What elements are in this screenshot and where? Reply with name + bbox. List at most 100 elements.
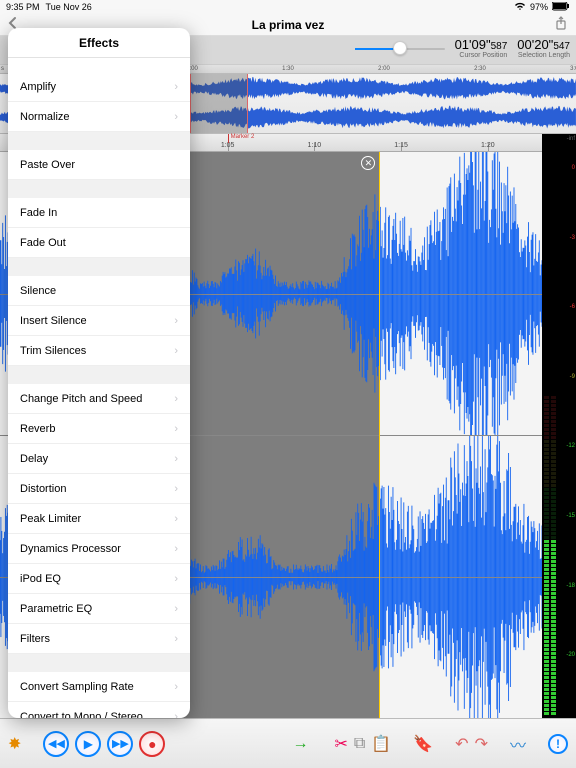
effect-row-label: iPod EQ xyxy=(20,573,61,585)
battery-icon xyxy=(552,2,570,13)
effect-row-label: Convert Sampling Rate xyxy=(20,681,134,693)
effect-row-label: Filters xyxy=(20,633,50,645)
share-button[interactable] xyxy=(554,16,570,32)
level-meters: -inf0-3-6-9-12-15-18-20 xyxy=(542,134,576,718)
redo-button[interactable]: ↷ xyxy=(475,734,488,754)
overview-tick: 3:00 xyxy=(570,66,576,72)
chevron-right-icon: › xyxy=(174,483,178,495)
status-bar: 9:35 PM Tue Nov 26 97% xyxy=(0,0,576,14)
effects-popover: Effects Amplify› Normalize › Paste Over Fade… xyxy=(8,28,190,718)
rewind-button[interactable]: ◀◀ xyxy=(43,731,69,757)
status-date: Tue Nov 26 xyxy=(46,2,92,12)
info-button[interactable]: ! xyxy=(548,734,568,754)
effect-row-label: Fade Out xyxy=(20,237,66,249)
chevron-right-icon: › xyxy=(174,453,178,465)
effect-row-convert-to-mono-stereo[interactable]: Convert to Mono / Stereo › xyxy=(8,702,190,718)
meter-scale-label: -6 xyxy=(570,304,575,310)
effect-row-label: Delay xyxy=(20,453,48,465)
effect-row-amplify[interactable]: Amplify› xyxy=(8,72,190,102)
effect-row-delay[interactable]: Delay › xyxy=(8,444,190,474)
effect-row-label: Trim Silences xyxy=(20,345,86,357)
effects-list[interactable]: Amplify› Normalize › Paste Over Fade In Fade … xyxy=(8,58,190,718)
record-button[interactable]: ● xyxy=(139,731,165,757)
chevron-right-icon: › xyxy=(174,81,178,93)
chevron-right-icon: › xyxy=(174,711,178,719)
cut-button[interactable]: ✂ xyxy=(334,734,347,754)
brush-button[interactable]: 〰 xyxy=(510,732,526,756)
playhead-cursor[interactable] xyxy=(379,152,380,718)
effect-row-label: Dynamics Processor xyxy=(20,543,121,555)
ruler-tick-label: 1:15 xyxy=(394,142,408,149)
chevron-right-icon: › xyxy=(174,345,178,357)
effect-row-distortion[interactable]: Distortion › xyxy=(8,474,190,504)
meter-scale-label: -12 xyxy=(566,443,575,449)
ruler-tick-label: 1:20 xyxy=(481,142,495,149)
forward-button[interactable]: ▶▶ xyxy=(107,731,133,757)
effect-row-reverb[interactable]: Reverb› xyxy=(8,414,190,444)
chevron-right-icon: › xyxy=(174,513,178,525)
chevron-right-icon: › xyxy=(174,603,178,615)
effect-row-label: Insert Silence xyxy=(20,315,87,327)
effect-row-filters[interactable]: Filters › xyxy=(8,624,190,654)
effect-row-label: Parametric EQ xyxy=(20,603,92,615)
meter-scale-label: -18 xyxy=(566,583,575,589)
header-controls: 01'09"587 Cursor Position 00'20"547 Sele… xyxy=(355,38,570,59)
overview-tick: 1:30 xyxy=(282,66,294,72)
meter-scale-label: -9 xyxy=(570,374,575,380)
zoom-slider[interactable] xyxy=(355,46,445,52)
chevron-right-icon: › xyxy=(174,573,178,585)
effect-row-label: Change Pitch and Speed xyxy=(20,393,142,405)
chevron-right-icon: › xyxy=(174,393,178,405)
effect-row-label: Distortion xyxy=(20,483,66,495)
bottom-toolbar: ✸ ◀◀ ▶ ▶▶ ● → ✂ ⧉ 📋 🔖 ↶ ↷ 〰 ! xyxy=(0,718,576,768)
ruler-tick-label: 1:10 xyxy=(308,142,322,149)
play-button[interactable]: ▶ xyxy=(75,731,101,757)
meter-scale-label: 0 xyxy=(572,165,575,171)
effect-row-convert-sampling-rate[interactable]: Convert Sampling Rate › xyxy=(8,672,190,702)
export-button[interactable]: → xyxy=(292,735,308,753)
effect-row-label: Silence xyxy=(20,285,56,297)
effect-row-trim-silences[interactable]: Trim Silences › xyxy=(8,336,190,366)
undo-button[interactable]: ↶ xyxy=(455,734,468,754)
chevron-right-icon: › xyxy=(174,633,178,645)
effect-row-label: Peak Limiter xyxy=(20,513,81,525)
selection-length-readout: 00'20"547 Selection Length xyxy=(517,38,570,59)
effect-row-fade-in[interactable]: Fade In xyxy=(8,198,190,228)
page-title: La prima vez xyxy=(252,18,325,32)
effect-row-fade-out[interactable]: Fade Out xyxy=(8,228,190,258)
battery-percent: 97% xyxy=(530,2,548,12)
overview-selection[interactable] xyxy=(190,74,248,133)
effect-row-normalize[interactable]: Normalize › xyxy=(8,102,190,132)
wifi-icon xyxy=(514,2,526,13)
effect-row-ipod-eq[interactable]: iPod EQ › xyxy=(8,564,190,594)
paste-button[interactable]: 📋 xyxy=(371,734,391,754)
effect-row-silence[interactable]: Silence xyxy=(8,276,190,306)
chevron-right-icon: › xyxy=(174,315,178,327)
chevron-right-icon: › xyxy=(174,681,178,693)
effect-row-label: Normalize xyxy=(20,111,70,123)
effect-row-parametric-eq[interactable]: Parametric EQ › xyxy=(8,594,190,624)
chevron-right-icon: › xyxy=(174,423,178,435)
status-time: 9:35 PM xyxy=(6,2,40,12)
chevron-right-icon: › xyxy=(174,111,178,123)
meter-scale-label: -3 xyxy=(570,235,575,241)
effect-row-insert-silence[interactable]: Insert Silence › xyxy=(8,306,190,336)
effect-row-peak-limiter[interactable]: Peak Limiter › xyxy=(8,504,190,534)
meter-scale-label: -inf xyxy=(567,136,575,142)
effect-row-label: Fade In xyxy=(20,207,57,219)
meter-scale-label: -20 xyxy=(566,652,575,658)
overview-tick: 0 s xyxy=(0,66,4,72)
effect-row-label: Convert to Mono / Stereo xyxy=(20,711,143,719)
effect-row-label: Paste Over xyxy=(20,159,75,171)
overview-tick: 2:30 xyxy=(474,66,486,72)
effects-button[interactable]: ✸ xyxy=(8,734,21,754)
marker-button[interactable]: 🔖 xyxy=(413,734,433,754)
copy-button[interactable]: ⧉ xyxy=(354,735,365,753)
ruler-tick-label: 1:05 xyxy=(221,142,235,149)
timeline-marker[interactable]: Marker 2 xyxy=(228,134,278,143)
popover-title: Effects xyxy=(8,28,190,58)
effect-row-change-pitch-and-speed[interactable]: Change Pitch and Speed › xyxy=(8,384,190,414)
effect-row-dynamics-processor[interactable]: Dynamics Processor › xyxy=(8,534,190,564)
chevron-right-icon: › xyxy=(174,543,178,555)
effect-row-paste-over[interactable]: Paste Over xyxy=(8,150,190,180)
